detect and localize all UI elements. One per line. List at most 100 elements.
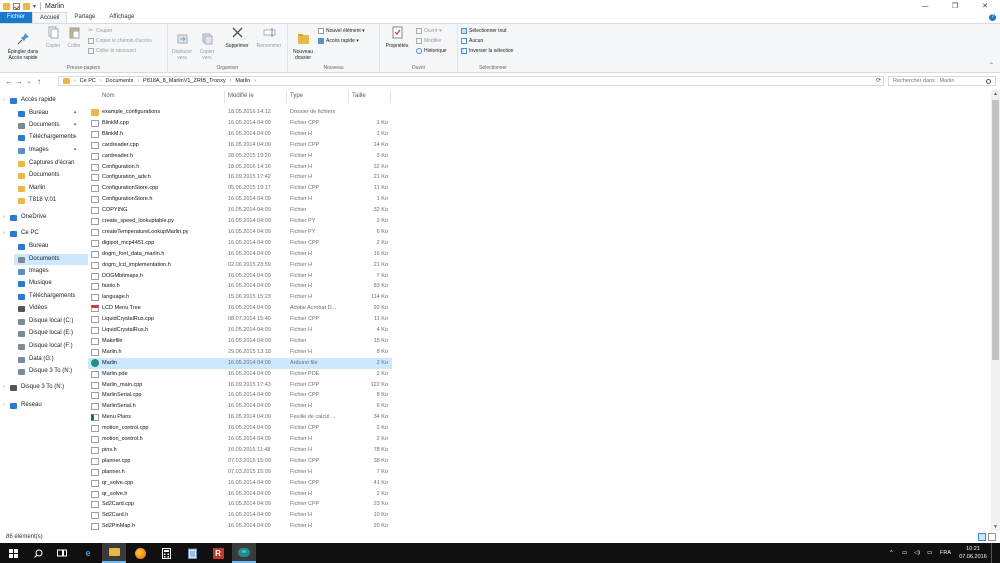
nav-item[interactable]: › Disque 3 To (N:) — [3, 382, 88, 393]
chevron-right-icon[interactable]: › — [3, 228, 5, 239]
invert-selection-button[interactable]: Inverser la sélection — [461, 47, 513, 55]
table-row[interactable]: Sd2Card.cpp 16.05.2014 04:09 Fichier CPP 23… — [88, 499, 392, 510]
chevron-right-icon[interactable]: › — [230, 78, 232, 84]
open-button[interactable]: Ouvrir ▾ — [416, 27, 442, 35]
nav-item[interactable]: Vidéos — [18, 303, 88, 314]
table-row[interactable]: fastio.h 16.05.2014 04:09 Fichier H 83 Ko — [88, 281, 392, 292]
chevron-right-icon[interactable]: › — [254, 78, 256, 84]
table-row[interactable]: dogm_lcd_implementation.h 02.06.2015 23:5… — [88, 260, 392, 271]
tab-accueil[interactable]: Accueil — [32, 12, 68, 23]
calculator-button[interactable] — [154, 543, 178, 563]
notepad-button[interactable] — [180, 543, 204, 563]
search-input[interactable]: Rechercher dans : Marlin — [888, 76, 996, 86]
nav-item[interactable]: Bureau ✦ — [18, 108, 88, 119]
table-row[interactable]: Marlin_main.cpp 16.09.2015 17:43 Fichier C… — [88, 380, 392, 391]
nav-item[interactable]: Disque 3 To (N:) — [18, 366, 88, 377]
nav-item[interactable]: Bureau — [18, 241, 88, 252]
properties-quick-icon[interactable] — [13, 2, 20, 10]
nav-item[interactable]: Data (G:) — [18, 354, 88, 365]
battery-tray-icon[interactable]: ▭ — [927, 543, 932, 563]
language-indicator[interactable]: FRA — [940, 543, 951, 563]
breadcrumb-ce-pc[interactable]: Ce PC — [80, 78, 96, 84]
vertical-scrollbar[interactable]: ▲ ▼ — [991, 90, 1000, 531]
nav-item[interactable]: › Ce PC — [3, 228, 88, 239]
table-row[interactable]: cardreader.h 28.05.2015 19:20 Fichier H 3 K… — [88, 151, 392, 162]
table-row[interactable]: ConfigurationStore.h 16.05.2014 04:09 Fich… — [88, 194, 392, 205]
table-row[interactable]: dogm_font_data_marlin.h 16.05.2014 04:09 F… — [88, 249, 392, 260]
nav-item[interactable]: Images — [18, 266, 88, 277]
tray-chevron[interactable]: ^ — [890, 543, 893, 563]
cut-button[interactable]: ✂ Couper — [88, 27, 112, 35]
firefox-button[interactable] — [128, 543, 152, 563]
chevron-right-icon[interactable]: › — [100, 78, 102, 84]
arduino-button[interactable]: ∞ — [232, 543, 256, 563]
tab-fichier[interactable]: Fichier — [0, 12, 33, 23]
tab-partage[interactable]: Partage — [67, 12, 102, 23]
column-type[interactable]: Type — [290, 93, 303, 99]
network-tray-icon[interactable]: ▭ — [902, 543, 907, 563]
properties-button[interactable]: Propriétés — [382, 26, 412, 49]
table-row[interactable]: planner.h 07.03.2015 15:09 Fichier H 7 Ko — [88, 467, 392, 478]
table-row[interactable]: DOGMbitmaps.h 16.05.2014 04:09 Fichier H 7 … — [88, 271, 392, 282]
details-view-icon[interactable] — [978, 533, 986, 541]
select-none-button[interactable]: Aucun — [461, 37, 483, 45]
chevron-right-icon[interactable]: › — [3, 382, 5, 393]
task-view-button[interactable] — [50, 543, 74, 563]
delete-button[interactable]: Supprimer — [222, 26, 252, 49]
column-size[interactable]: Taille — [352, 93, 366, 99]
search-taskbar-button[interactable] — [26, 543, 50, 563]
table-row[interactable]: qr_solve.cpp 16.05.2014 04:09 Fichier CPP 4… — [88, 478, 392, 489]
move-to-button[interactable]: Déplacer vers — [171, 26, 193, 61]
edit-button[interactable]: Modifier — [416, 37, 442, 45]
paste-button[interactable]: Coller — [65, 26, 83, 49]
up-button[interactable]: ↑ — [34, 77, 44, 86]
table-row[interactable]: pins.h 16.09.2015 11:48 Fichier H 78 Ko — [88, 445, 392, 456]
table-row[interactable]: createTemperatureLookupMarlin.py 16.05.20… — [88, 227, 392, 238]
table-row[interactable]: COPYING 16.05.2014 04:09 Fichier 32 Ko — [88, 205, 392, 216]
scroll-up-icon[interactable]: ▲ — [991, 91, 1000, 97]
breadcrumb-documents[interactable]: Documents — [106, 78, 134, 84]
table-row[interactable]: Menu Plans 16.05.2014 04:09 Feuille de cal… — [88, 412, 392, 423]
paste-shortcut-button[interactable]: Coller le raccourci — [88, 47, 136, 55]
table-row[interactable]: motion_control.cpp 16.05.2014 04:09 Fichie… — [88, 423, 392, 434]
table-row[interactable]: cardreader.cpp 16.05.2014 04:09 Fichier CP… — [88, 140, 392, 151]
chevron-right-icon[interactable]: › — [3, 95, 5, 106]
refresh-icon[interactable]: ⟳ — [876, 77, 881, 84]
scroll-thumb[interactable] — [992, 100, 999, 360]
column-divider[interactable] — [286, 91, 287, 103]
new-folder-quick-icon[interactable] — [23, 2, 30, 10]
table-row[interactable]: ConfigurationStore.cpp 05.06.2015 19:17 Fi… — [88, 183, 392, 194]
table-row[interactable]: Configuration_adv.h 16.09.2015 17:42 Fichi… — [88, 172, 392, 183]
chevron-right-icon[interactable]: › — [74, 78, 76, 84]
nav-item[interactable]: Marlin — [18, 183, 88, 194]
chevron-right-icon[interactable]: › — [137, 78, 139, 84]
close-button[interactable]: ✕ — [970, 0, 1000, 12]
table-row[interactable]: qr_solve.h 16.05.2014 04:09 Fichier H 2 Ko — [88, 489, 392, 500]
nav-item[interactable]: › Réseau — [3, 400, 88, 411]
copy-button[interactable]: Copier — [44, 26, 62, 49]
nav-item[interactable]: Disque local (C:) — [18, 316, 88, 327]
nav-item[interactable]: Captures d'écran — [18, 158, 88, 169]
column-date[interactable]: Modifié le — [228, 93, 254, 99]
quick-access-button[interactable]: Accès rapide ▾ — [318, 37, 359, 45]
table-row[interactable]: MarlinSerial.cpp 16.05.2014 04:09 Fichier … — [88, 390, 392, 401]
table-row[interactable]: Marlin.h 29.06.2015 13:18 Fichier H 8 Ko — [88, 347, 392, 358]
collapse-ribbon-icon[interactable]: ⌃ — [989, 62, 994, 69]
table-row[interactable]: digipot_mcp4451.cpp 16.05.2014 04:09 Fichi… — [88, 238, 392, 249]
nav-item[interactable]: Téléchargements — [18, 291, 88, 302]
forward-button[interactable]: → — [14, 77, 24, 86]
breadcrumb-marlin[interactable]: Marlin — [235, 78, 250, 84]
new-item-button[interactable]: Nouvel élément ▾ — [318, 27, 365, 35]
table-row[interactable]: LCD Menu Tree 16.05.2014 04:09 Adobe Acrob… — [88, 303, 392, 314]
nav-item[interactable]: Images ✦ — [18, 145, 88, 156]
table-row[interactable]: language.h 15.06.2015 15:23 Fichier H 114 K… — [88, 292, 392, 303]
explorer-button[interactable] — [102, 543, 126, 563]
new-folder-button[interactable]: Nouveau dossier — [290, 26, 316, 61]
pin-quick-access-button[interactable]: Épingler dans Accès rapide — [3, 26, 43, 61]
column-divider[interactable] — [348, 91, 349, 103]
back-button[interactable]: ← — [4, 77, 14, 86]
table-row[interactable]: BlinkM.h 16.05.2014 04:09 Fichier H 1 Ko — [88, 129, 392, 140]
copy-to-button[interactable]: Copier vers — [196, 26, 218, 61]
nav-item[interactable]: T818 V.01 — [18, 195, 88, 206]
rename-button[interactable]: Renommer — [254, 26, 284, 49]
